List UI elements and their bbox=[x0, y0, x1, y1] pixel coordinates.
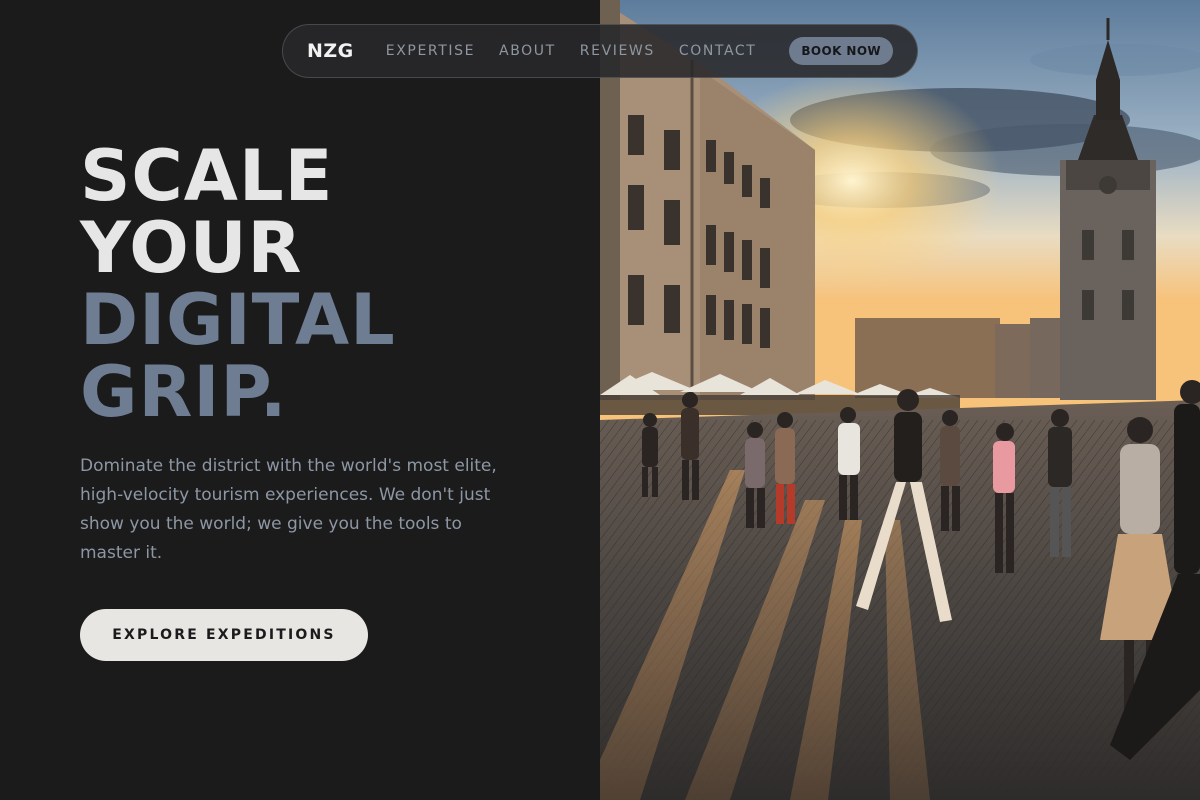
hero-left-panel: SCALE YOUR DIGITAL GRIP. Dominate the di… bbox=[0, 0, 600, 800]
headline-line-2: YOUR bbox=[80, 207, 303, 289]
nav-link-contact[interactable]: CONTACT bbox=[679, 43, 757, 59]
nav-link-expertise[interactable]: EXPERTISE bbox=[386, 43, 475, 59]
hero-photo bbox=[600, 0, 1200, 800]
book-now-button[interactable]: BOOK NOW bbox=[789, 37, 893, 65]
brand-logo[interactable]: NZG bbox=[307, 40, 354, 62]
headline-line-1: SCALE bbox=[80, 135, 334, 217]
explore-expeditions-button[interactable]: EXPLORE EXPEDITIONS bbox=[80, 609, 368, 661]
top-navigation: NZG EXPERTISE ABOUT REVIEWS CONTACT BOOK… bbox=[282, 24, 918, 78]
headline-line-4: GRIP. bbox=[80, 351, 288, 433]
headline-line-3: DIGITAL bbox=[80, 279, 396, 361]
hero-description: Dominate the district with the world's m… bbox=[80, 456, 497, 563]
nav-link-about[interactable]: ABOUT bbox=[499, 43, 556, 59]
nav-link-reviews[interactable]: REVIEWS bbox=[580, 43, 655, 59]
hero-headline: SCALE YOUR DIGITAL GRIP. bbox=[80, 140, 396, 428]
